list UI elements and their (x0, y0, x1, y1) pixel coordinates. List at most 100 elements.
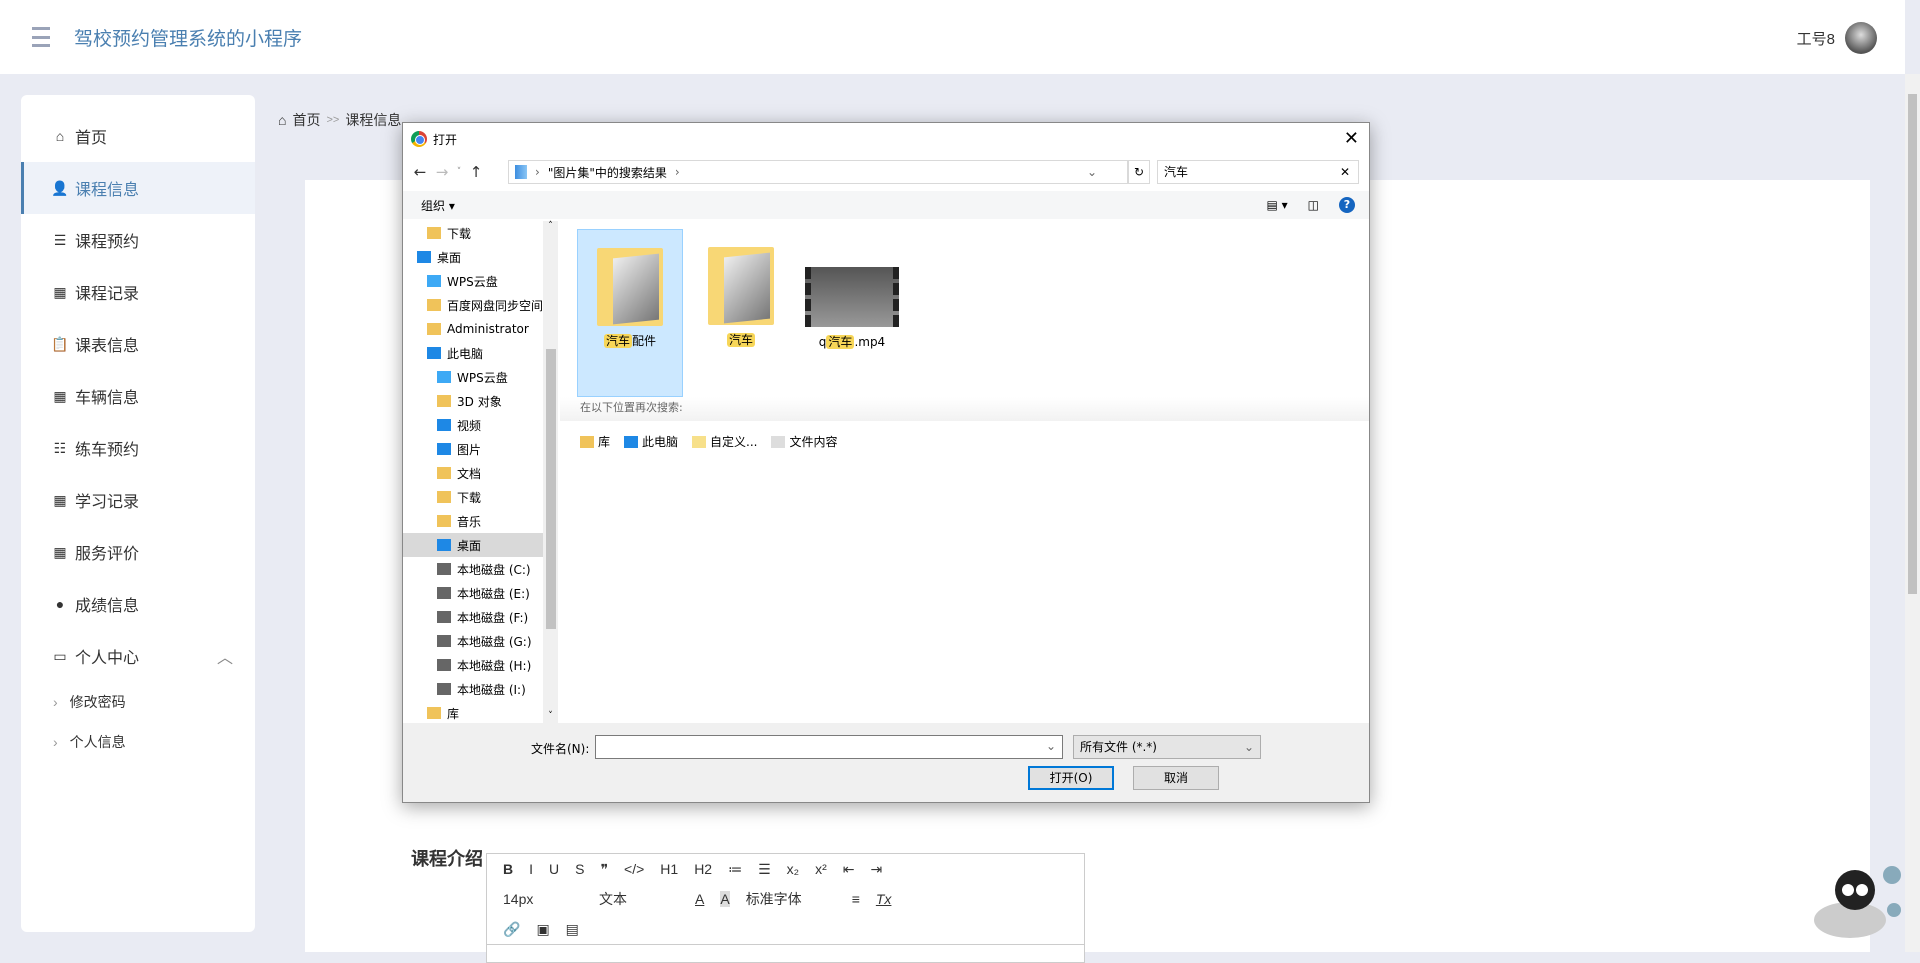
recent-chevron-icon[interactable]: ˅ (453, 167, 465, 177)
open-button[interactable]: 打开(O) (1028, 766, 1114, 790)
align-icon[interactable]: ≡ (852, 891, 860, 907)
sidebar-subitem-0[interactable]: › 修改密码 (21, 682, 255, 722)
sidebar-item-2[interactable]: ☰ 课程预约 (21, 214, 255, 266)
sidebar-item-7[interactable]: ▦ 学习记录 (21, 474, 255, 526)
nav-item[interactable]: 本地磁盘 (C:) (403, 557, 558, 581)
link-icon[interactable]: 🔗 (503, 921, 520, 938)
nav-item[interactable]: WPS云盘 (403, 365, 558, 389)
address-bar[interactable]: › "图片集"中的搜索结果 › ⌄ (508, 160, 1128, 184)
nav-item[interactable]: 此电脑 (403, 341, 558, 365)
sidebar-item-3[interactable]: ▦ 课程记录 (21, 266, 255, 318)
toolbar-button-1[interactable]: I (529, 861, 533, 877)
editor-body[interactable] (487, 944, 1084, 945)
nav-item[interactable]: 本地磁盘 (E:) (403, 581, 558, 605)
nav-item-label: 百度网盘同步空间 (447, 298, 544, 313)
custom-icon (692, 435, 707, 448)
clear-format-icon[interactable]: Tx (876, 891, 892, 907)
nav-item[interactable]: 下载 (403, 221, 558, 245)
cancel-button[interactable]: 取消 (1133, 766, 1219, 790)
nav-item[interactable]: 图片 (403, 437, 558, 461)
preview-pane-icon[interactable]: ◫ (1308, 198, 1319, 212)
toolbar-button-4[interactable]: ❞ (600, 861, 608, 878)
up-arrow-icon[interactable]: ↑ (465, 163, 487, 181)
view-options-icon[interactable]: ▤ ▾ (1266, 198, 1287, 212)
sidebar-item-9[interactable]: ● 成绩信息 (21, 578, 255, 630)
filename-input[interactable]: ⌄ (595, 735, 1063, 759)
font-size-select[interactable]: 14px (503, 891, 583, 907)
image-icon[interactable]: ▣ (536, 921, 549, 938)
close-icon[interactable]: ✕ (1344, 128, 1359, 149)
organize-menu[interactable]: 组织 ▾ (421, 197, 455, 214)
chevron-down-icon: ⌄ (1045, 739, 1056, 753)
forward-arrow-icon[interactable]: → (431, 163, 453, 181)
clear-search-icon[interactable]: ✕ (1340, 161, 1350, 183)
sidebar-item-4[interactable]: 📋 课表信息 (21, 318, 255, 370)
breadcrumb-home[interactable]: 首页 (292, 110, 320, 130)
filetype-select[interactable]: 所有文件 (*.*) ⌄ (1073, 735, 1261, 759)
toolbar-button-9[interactable]: ☰ (758, 861, 771, 878)
nav-item[interactable]: 百度网盘同步空间 (403, 293, 558, 317)
sidebar-item-10[interactable]: ▭ 个人中心 ︿ (21, 630, 255, 682)
sidebar-item-label: 课程预约 (75, 234, 140, 251)
nav-item[interactable]: 文档 (403, 461, 558, 485)
toolbar-button-2[interactable]: U (549, 861, 559, 877)
sidebar-subitem-1[interactable]: › 个人信息 (21, 722, 255, 762)
video-icon[interactable]: ▤ (566, 921, 579, 938)
avatar[interactable] (1845, 22, 1877, 54)
search-again-0[interactable]: 库 (580, 433, 610, 450)
sidebar-item-1[interactable]: 👤 课程信息 (21, 162, 255, 214)
file-item[interactable]: 汽车 配件 (577, 229, 683, 397)
toolbar-button-0[interactable]: B (503, 861, 513, 877)
nav-scroll-thumb[interactable] (546, 349, 556, 629)
user-menu[interactable]: 工号8 (1797, 22, 1877, 54)
sidebar-item-8[interactable]: ▦ 服务评价 (21, 526, 255, 578)
nav-item[interactable]: Administrator (403, 317, 558, 341)
font-color-icon[interactable]: A (695, 891, 704, 907)
nav-item-label: 库 (447, 706, 460, 721)
nav-item[interactable]: 桌面 (403, 533, 558, 557)
nav-item[interactable]: 本地磁盘 (H:) (403, 653, 558, 677)
search-again-1[interactable]: 此电脑 (624, 433, 678, 450)
sidebar-item-0[interactable]: ⌂ 首页 (21, 110, 255, 162)
toolbar-button-6[interactable]: H1 (660, 861, 678, 877)
file-item[interactable]: 汽车 (688, 229, 794, 397)
text-type-select[interactable]: 文本 (599, 889, 679, 909)
chevron-up-icon[interactable]: ︿ (217, 644, 233, 668)
scrollbar-thumb[interactable] (1908, 94, 1917, 594)
sidebar-item-5[interactable]: ▦ 车辆信息 (21, 370, 255, 422)
search-again-3[interactable]: 文件内容 (771, 433, 838, 450)
sidebar-item-6[interactable]: ☷ 练车预约 (21, 422, 255, 474)
search-input[interactable]: 汽车 ✕ (1157, 160, 1359, 184)
background-color-icon[interactable]: A (720, 891, 730, 907)
toolbar-button-13[interactable]: ⇥ (871, 861, 883, 878)
nav-item[interactable]: 本地磁盘 (I:) (403, 677, 558, 701)
toolbar-button-7[interactable]: H2 (694, 861, 712, 877)
refresh-icon[interactable]: ↻ (1128, 160, 1150, 184)
nav-scrollbar[interactable]: ˄ ˅ (543, 221, 558, 723)
nav-item[interactable]: 本地磁盘 (G:) (403, 629, 558, 653)
page-scrollbar[interactable] (1905, 74, 1920, 952)
nav-item-icon (437, 683, 451, 695)
nav-item[interactable]: 3D 对象 (403, 389, 558, 413)
nav-item[interactable]: 下载 (403, 485, 558, 509)
toolbar-button-5[interactable]: </> (624, 861, 644, 877)
font-family-select[interactable]: 标准字体 (746, 889, 836, 909)
nav-item[interactable]: 音乐 (403, 509, 558, 533)
nav-item[interactable]: 视频 (403, 413, 558, 437)
toolbar-button-10[interactable]: x₂ (787, 861, 799, 877)
toolbar-button-8[interactable]: ≔ (728, 861, 742, 878)
search-again-2[interactable]: 自定义... (692, 433, 757, 450)
nav-item[interactable]: WPS云盘 (403, 269, 558, 293)
menu-toggle-icon[interactable] (24, 27, 50, 47)
library-icon (580, 435, 594, 448)
help-icon[interactable]: ? (1339, 197, 1355, 213)
nav-item[interactable]: 桌面 (403, 245, 558, 269)
toolbar-button-3[interactable]: S (575, 861, 584, 877)
toolbar-button-11[interactable]: x² (815, 861, 827, 877)
toolbar-button-12[interactable]: ⇤ (843, 861, 855, 878)
nav-item[interactable]: 本地磁盘 (F:) (403, 605, 558, 629)
nav-item[interactable]: 库 (403, 701, 558, 723)
chevron-down-icon[interactable]: ⌄ (1087, 165, 1097, 179)
back-arrow-icon[interactable]: ← (409, 163, 431, 181)
file-item[interactable]: q 汽车 .mp4 (799, 229, 905, 397)
